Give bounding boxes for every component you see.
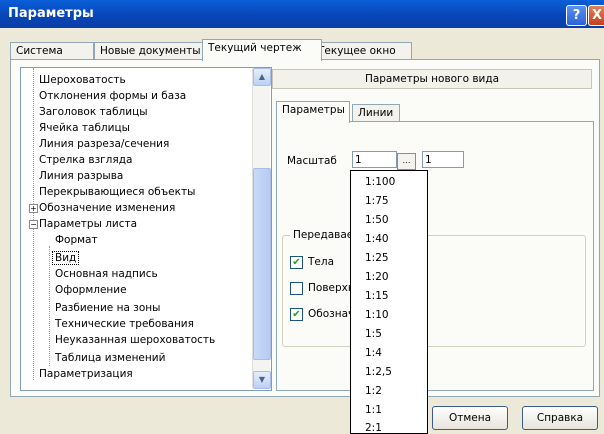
tree-line — [49, 246, 50, 366]
scale-option[interactable]: 1:15 — [365, 286, 389, 306]
scale-option[interactable]: 1:2 — [365, 381, 382, 401]
scale-denominator-input[interactable]: 1 — [422, 151, 464, 168]
checkbox-bodies[interactable]: ✔ Тела — [290, 255, 334, 269]
cancel-button[interactable]: Отмена — [432, 406, 508, 430]
main-tabs: Система Новые документы Текущий чертеж Т… — [10, 39, 600, 61]
scale-option[interactable]: 1:5 — [365, 324, 382, 344]
tree-item[interactable]: Разбиение на зоны — [53, 300, 162, 316]
settings-tree[interactable]: Шероховатость Отклонения формы и база За… — [20, 67, 272, 391]
scale-option[interactable]: 1:100 — [365, 172, 395, 192]
tree-scrollbar[interactable]: ▲ ▼ — [252, 68, 271, 389]
tab-lines[interactable]: Линии — [352, 104, 400, 122]
tab-system[interactable]: Система — [10, 42, 94, 60]
tree-item[interactable]: Неуказанная шероховатость — [53, 332, 217, 348]
scale-option[interactable]: 1:1 — [365, 400, 382, 420]
tab-new-documents[interactable]: Новые документы — [94, 42, 214, 60]
scale-option[interactable]: 1:25 — [365, 248, 389, 268]
checkbox-label: Поверхн — [308, 282, 355, 294]
scroll-thumb[interactable] — [253, 168, 271, 360]
scale-option[interactable]: 1:75 — [365, 191, 389, 211]
scale-option[interactable]: 1:40 — [365, 229, 389, 249]
scale-option[interactable]: 1:20 — [365, 267, 389, 287]
tree-item[interactable]: Ячейка таблицы — [37, 120, 132, 136]
tree-item[interactable]: Параметры листа — [37, 216, 139, 232]
scale-dropdown-list[interactable]: 1:100 1:75 1:50 1:40 1:25 1:20 1:15 1:10… — [350, 170, 428, 434]
tree-item[interactable]: Формат — [53, 232, 100, 248]
scale-option[interactable]: 1:50 — [365, 210, 389, 230]
tree-item[interactable]: Параметризация — [37, 366, 135, 382]
scroll-down-icon[interactable]: ▼ — [253, 371, 271, 389]
scroll-up-icon[interactable]: ▲ — [253, 68, 271, 86]
checkbox-surfaces[interactable]: Поверхн — [290, 281, 355, 295]
section-header: Параметры нового вида — [272, 69, 592, 89]
help-button[interactable]: Справка — [522, 406, 598, 430]
tree-item[interactable]: Обозначение изменения — [37, 200, 177, 216]
tree-item[interactable]: Перекрывающиеся объекты — [37, 184, 197, 200]
tree-item[interactable]: Технические требования — [53, 316, 196, 332]
title-bar: Параметры ? X — [0, 0, 604, 28]
window-title: Параметры — [8, 6, 94, 21]
tab-parameters[interactable]: Параметры — [276, 101, 350, 123]
scale-option[interactable]: 1:2,5 — [365, 362, 392, 382]
tree-item[interactable]: Отклонения формы и база — [37, 88, 188, 104]
scale-option[interactable]: 1:4 — [365, 343, 382, 363]
checkbox-label: Тела — [308, 256, 335, 268]
tab-current-drawing[interactable]: Текущий чертеж — [202, 39, 322, 61]
scale-dropdown-button[interactable]: … — [397, 153, 416, 170]
sub-tabs: Параметры Линии — [276, 101, 586, 123]
close-button[interactable]: X — [588, 5, 604, 26]
tree-item[interactable]: Шероховатость — [37, 72, 128, 88]
tree-item[interactable]: Линия разрыва — [37, 168, 125, 184]
tree-item-selected[interactable]: Вид — [51, 250, 80, 266]
scale-numerator-input[interactable]: 1 — [352, 151, 397, 168]
scale-label: Масштаб — [287, 155, 337, 167]
checkbox-checked-icon[interactable]: ✔ — [290, 255, 303, 269]
help-title-button[interactable]: ? — [566, 5, 587, 26]
checkbox-checked-icon[interactable]: ✔ — [290, 307, 303, 321]
tree-item[interactable]: Стрелка взгляда — [37, 152, 134, 168]
tree-item[interactable]: Таблица изменений — [53, 350, 167, 366]
scale-option[interactable]: 1:10 — [365, 305, 389, 325]
tab-current-window[interactable]: Текущее окно — [312, 42, 412, 60]
tree-item[interactable]: Оформление — [53, 282, 129, 298]
tree-item[interactable]: Основная надпись — [53, 266, 160, 282]
groupbox-label: Передавае — [290, 229, 356, 241]
tree-item[interactable]: Линия разреза/сечения — [37, 136, 171, 152]
checkbox-unchecked-icon[interactable] — [290, 281, 303, 295]
tree-item[interactable]: Заголовок таблицы — [37, 104, 150, 120]
